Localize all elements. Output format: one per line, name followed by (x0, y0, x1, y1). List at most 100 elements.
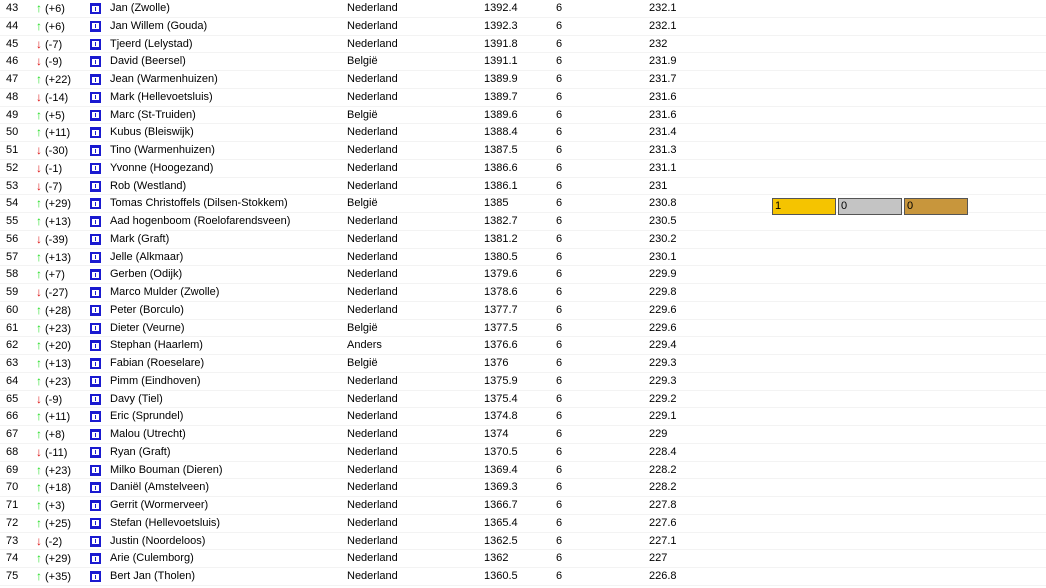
player-name: Tomas Christoffels (Dilsen-Stokkem) (110, 197, 288, 210)
player-profile-icon[interactable] (90, 56, 101, 68)
player-score: 1369.3 (484, 481, 518, 494)
player-country: België (347, 108, 378, 121)
player-profile-icon[interactable] (90, 322, 101, 334)
arrow-down-icon: ↓ (36, 143, 42, 157)
games-played: 6 (556, 339, 563, 352)
rank-change-value: (+18) (45, 482, 71, 495)
player-name: Mark (Hellevoetsluis) (110, 90, 213, 103)
average-score: 228.2 (649, 463, 677, 476)
player-profile-icon[interactable] (90, 233, 101, 245)
player-country: Nederland (347, 428, 398, 440)
rank-number: 45 (6, 37, 19, 50)
player-profile-icon[interactable] (90, 3, 101, 14)
player-score: 1362.5 (484, 534, 518, 547)
average-score: 231.3 (649, 144, 677, 156)
player-score: 1375.9 (484, 374, 518, 387)
arrow-up-icon: ↑ (36, 515, 42, 530)
player-profile-icon[interactable] (90, 145, 101, 156)
player-profile-icon[interactable] (90, 180, 101, 192)
player-profile-icon[interactable] (90, 38, 101, 50)
rank-change: ↑ (+6) (36, 0, 82, 19)
player-profile-icon[interactable] (90, 251, 101, 263)
player-country: Nederland (347, 232, 398, 245)
rank-change: ↑ (+28) (36, 302, 82, 321)
games-played: 6 (556, 73, 563, 85)
rank-change: ↓ (-39) (36, 231, 82, 250)
table-row: 59 ↓ (-27) Marco Mulder (Zwolle) Nederland 13… (0, 284, 1046, 302)
rank-change: ↓ (-7) (36, 178, 82, 197)
average-score: 231 (649, 179, 668, 192)
player-score: 1376 (484, 357, 509, 369)
average-score: 231.1 (649, 161, 677, 174)
player-profile-icon[interactable] (90, 482, 101, 494)
player-profile-icon[interactable] (90, 411, 101, 423)
games-played: 6 (556, 286, 563, 298)
player-profile-icon[interactable] (90, 429, 101, 440)
table-row: 65 ↓ (-9) Davy (Tiel) Nederland 1375.4 6 229.2 (0, 391, 1046, 409)
table-row: 75 ↑ (+35) Bert Jan (Tholen) Nederland 1360.5… (0, 568, 1046, 586)
table-row: 69 ↑ (+23) Milko Bouman (Dieren) Nederland 13… (0, 462, 1046, 480)
rank-change-value: (-30) (45, 145, 69, 157)
player-score: 1382.7 (484, 215, 518, 227)
table-row: 73 ↓ (-2) Justin (Noordeloos) Nederland 1362.… (0, 533, 1046, 551)
player-profile-icon[interactable] (90, 446, 101, 458)
table-row: 47 ↑ (+22) Jean (Warmenhuizen) Nederland 1389… (0, 71, 1046, 89)
player-profile-icon[interactable] (90, 393, 101, 405)
arrow-up-icon: ↑ (36, 498, 42, 512)
rank-number: 47 (6, 73, 19, 85)
player-country: Nederland (347, 144, 398, 156)
player-name: Pimm (Eindhoven) (110, 374, 201, 387)
player-profile-icon[interactable] (90, 340, 101, 352)
arrow-down-icon: ↓ (36, 391, 42, 406)
rank-change-value: (+11) (45, 411, 71, 424)
rank-change-value: (+5) (45, 109, 65, 122)
arrow-down-icon: ↓ (36, 160, 42, 175)
player-profile-icon[interactable] (90, 269, 101, 281)
player-name: Yvonne (Hoogezand) (110, 161, 214, 174)
average-score: 229.6 (649, 321, 677, 334)
player-profile-icon[interactable] (90, 198, 101, 210)
player-profile-icon[interactable] (90, 216, 101, 227)
player-profile-icon[interactable] (90, 20, 101, 32)
player-profile-icon[interactable] (90, 127, 101, 139)
player-profile-icon[interactable] (90, 553, 101, 565)
rank-change: ↑ (+29) (36, 195, 82, 214)
games-played: 6 (556, 428, 563, 440)
player-profile-icon[interactable] (90, 109, 101, 121)
player-profile-icon[interactable] (90, 74, 101, 85)
rank-change: ↓ (-27) (36, 284, 82, 303)
player-profile-icon[interactable] (90, 375, 101, 387)
player-country: Nederland (347, 445, 398, 458)
player-profile-icon[interactable] (90, 571, 101, 582)
table-row: 66 ↑ (+11) Eric (Sprundel) Nederland 1374.8 6 2… (0, 408, 1046, 426)
player-profile-icon[interactable] (90, 358, 101, 369)
arrow-up-icon: ↑ (36, 196, 42, 211)
player-profile-icon[interactable] (90, 464, 101, 476)
player-country: Nederland (347, 73, 398, 85)
player-name: Gerrit (Wormerveer) (110, 499, 209, 511)
arrow-up-icon: ↑ (36, 409, 42, 424)
player-score: 1392.3 (484, 19, 518, 32)
player-country: Nederland (347, 570, 398, 582)
player-profile-icon[interactable] (90, 162, 101, 174)
average-score: 229.3 (649, 374, 677, 387)
player-score: 1391.8 (484, 37, 518, 50)
player-score: 1386.1 (484, 179, 518, 192)
player-country: Nederland (347, 463, 398, 476)
player-country: België (347, 55, 378, 68)
games-played: 6 (556, 445, 563, 458)
average-score: 227.6 (649, 516, 677, 529)
player-profile-icon[interactable] (90, 287, 101, 298)
table-row: 61 ↑ (+23) Dieter (Veurne) België 1377.5 6 229.… (0, 320, 1046, 338)
player-profile-icon[interactable] (90, 535, 101, 547)
average-score: 232.1 (649, 2, 677, 14)
rank-change-value: (-27) (45, 287, 69, 299)
player-profile-icon[interactable] (90, 517, 101, 529)
rank-change-value: (+7) (45, 269, 65, 282)
rank-change: ↑ (+8) (36, 426, 82, 445)
rank-number: 61 (6, 321, 19, 334)
player-profile-icon[interactable] (90, 304, 101, 316)
player-profile-icon[interactable] (90, 500, 101, 511)
player-profile-icon[interactable] (90, 91, 101, 103)
rank-change-value: (+13) (45, 358, 71, 370)
